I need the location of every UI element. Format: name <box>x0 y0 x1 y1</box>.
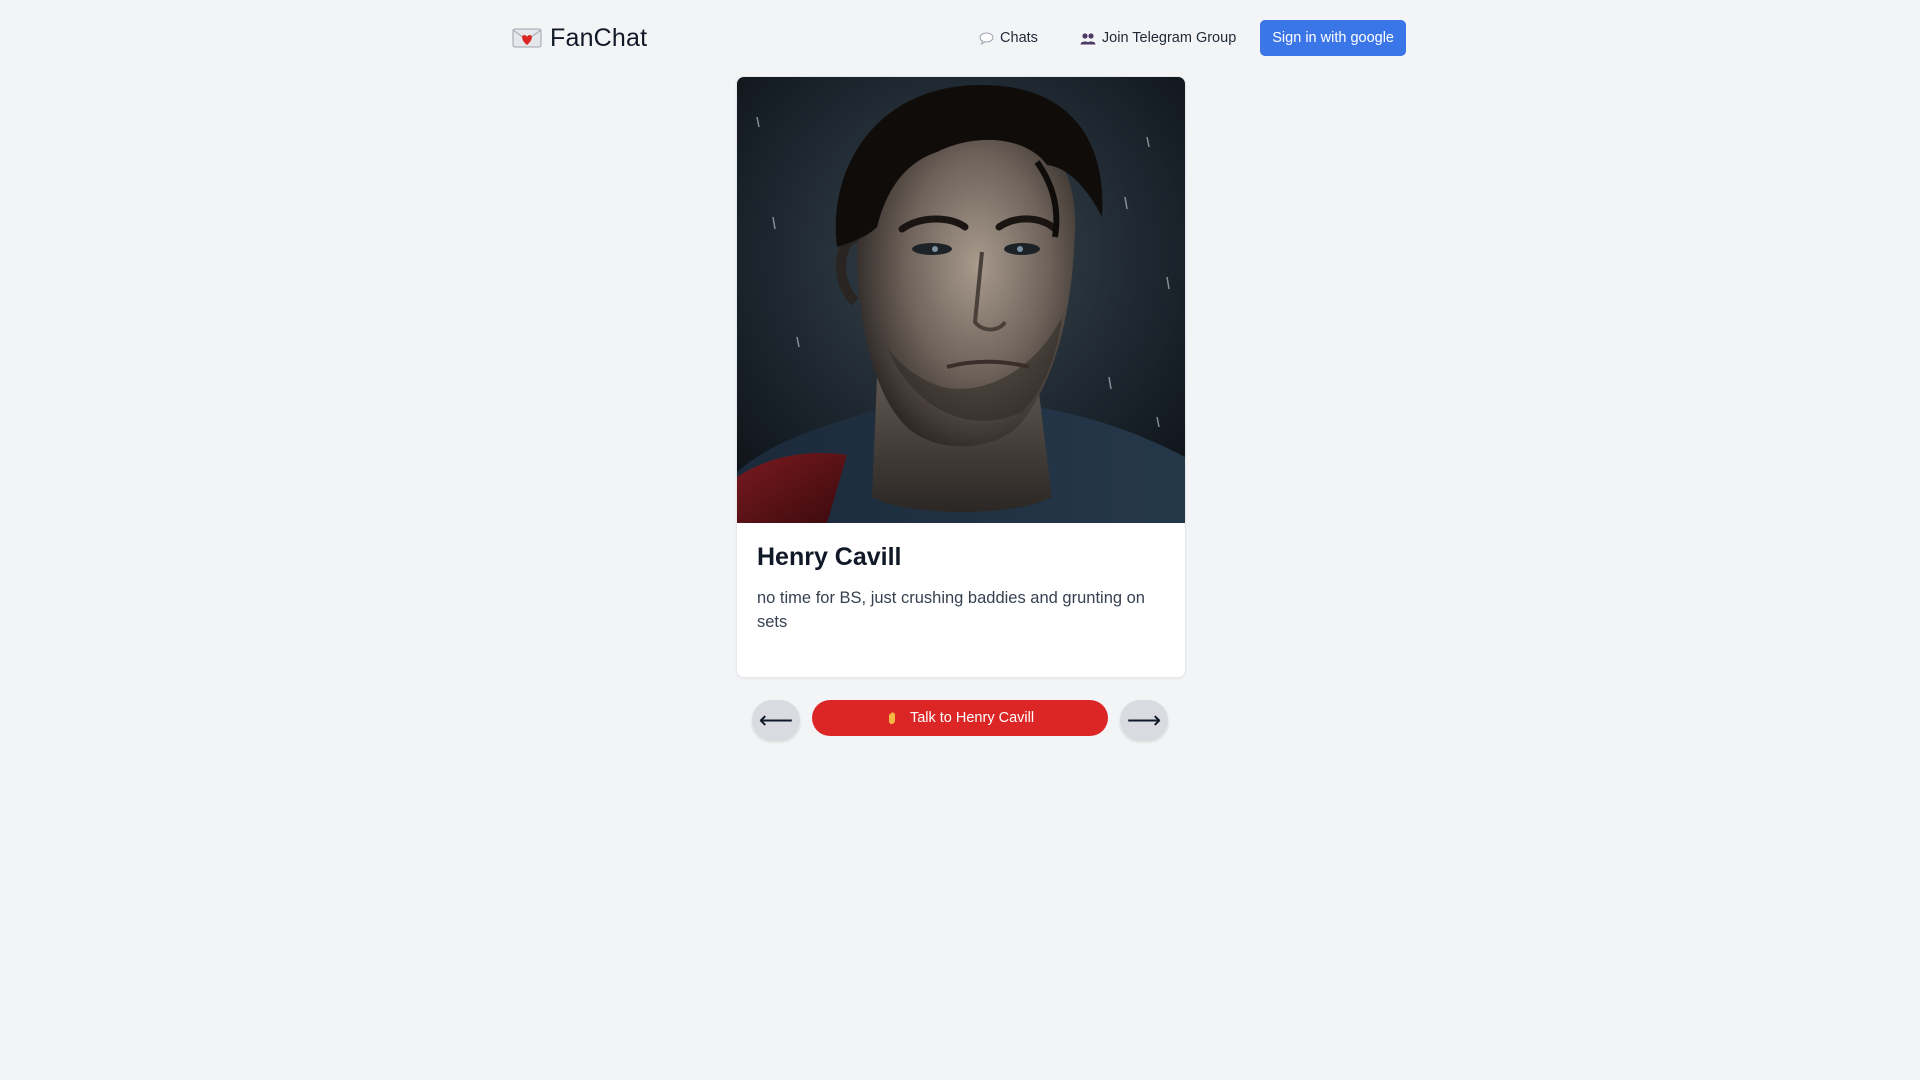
character-name: Henry Cavill <box>757 543 902 571</box>
character-card: Henry Cavill no time for BS, just crushi… <box>736 76 1186 678</box>
nav-chats-label: Chats <box>1000 30 1038 46</box>
arrow-left-icon: ⟵ <box>758 706 794 734</box>
previous-character-button[interactable]: ⟵ <box>752 700 800 740</box>
love-letter-icon <box>512 28 542 48</box>
arrow-right-icon: ⟶ <box>1126 706 1162 734</box>
talk-button-label: Talk to Henry Cavill <box>909 710 1035 726</box>
people-icon <box>1080 32 1096 44</box>
top-header: FanChat Chats Join Telegram Group Sign i… <box>512 20 1406 56</box>
nav-chats-link[interactable]: Chats <box>967 22 1050 54</box>
waving-hand-icon <box>886 711 900 725</box>
character-portrait-image <box>737 77 1185 523</box>
talk-to-character-button[interactable]: Talk to Henry Cavill <box>812 700 1108 736</box>
main-nav: Chats Join Telegram Group Sign in with g… <box>967 20 1406 56</box>
logo[interactable]: FanChat <box>512 20 647 56</box>
brand-name: FanChat <box>550 23 648 52</box>
card-body: Henry Cavill no time for BS, just crushi… <box>737 523 1185 634</box>
next-character-button[interactable]: ⟶ <box>1120 700 1168 740</box>
card-controls: ⟵ Talk to Henry Cavill ⟶ <box>752 698 1168 740</box>
nav-telegram-link[interactable]: Join Telegram Group <box>1068 22 1248 54</box>
nav-telegram-label: Join Telegram Group <box>1101 30 1237 46</box>
character-description: no time for BS, just crushing baddies an… <box>757 589 1145 631</box>
speech-bubble-icon <box>979 32 994 45</box>
sign-in-google-button[interactable]: Sign in with google <box>1260 20 1406 56</box>
